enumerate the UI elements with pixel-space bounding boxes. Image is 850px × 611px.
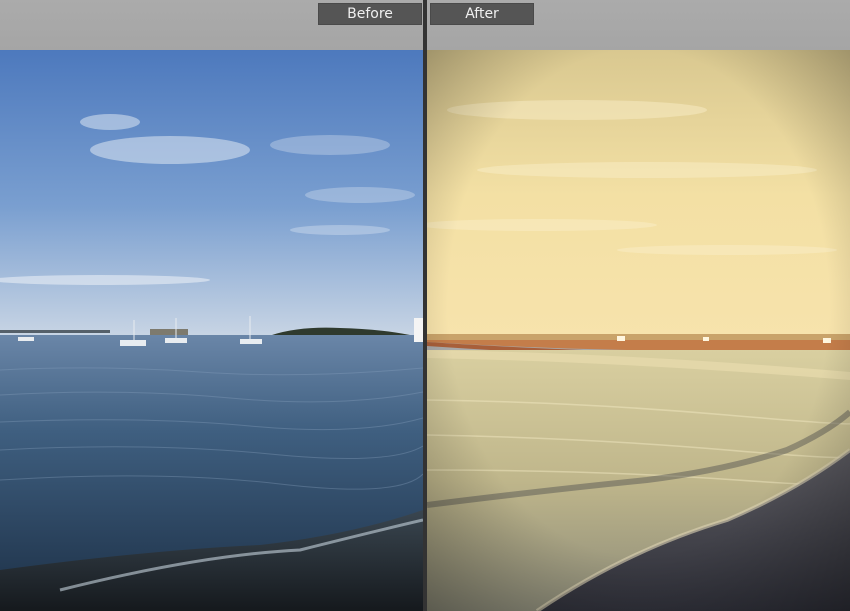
after-photo: [427, 50, 850, 611]
before-after-compare-view: Before After: [0, 0, 850, 611]
after-label-tab: After: [430, 3, 534, 25]
compare-divider[interactable]: [423, 0, 427, 611]
before-photo: [0, 50, 423, 611]
before-photo-panel[interactable]: [0, 50, 423, 611]
before-label-tab: Before: [318, 3, 422, 25]
after-photo-panel[interactable]: [427, 50, 850, 611]
